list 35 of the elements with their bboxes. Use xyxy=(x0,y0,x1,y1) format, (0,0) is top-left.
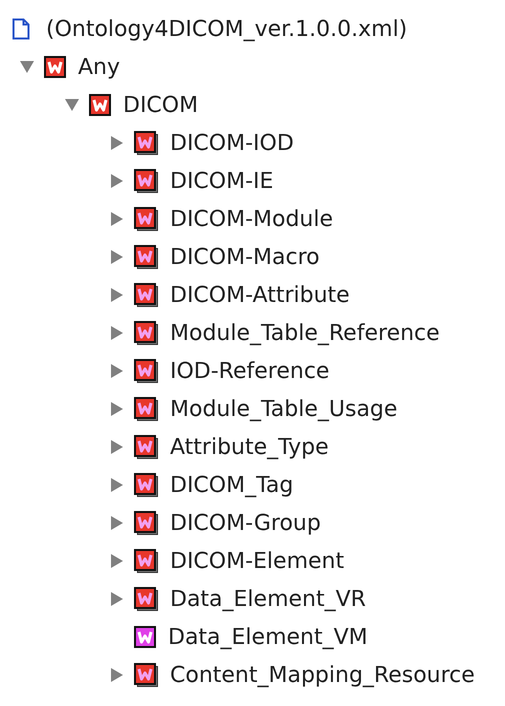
collapsed-triangle-icon[interactable] xyxy=(111,212,123,226)
collapsed-triangle-icon[interactable] xyxy=(111,136,123,150)
collapsed-triangle-icon[interactable] xyxy=(111,592,123,606)
collapsed-triangle-icon[interactable] xyxy=(111,174,123,188)
tree-item-label[interactable]: DICOM-IE xyxy=(170,164,274,198)
tree-item-label[interactable]: Module_Table_Usage xyxy=(170,392,398,426)
collapsed-triangle-icon[interactable] xyxy=(111,402,123,416)
tree-item-label[interactable]: Attribute_Type xyxy=(170,430,329,464)
document-label: (Ontology4DICOM_ver.1.0.0.xml) xyxy=(46,16,408,44)
tree-item-label[interactable]: DICOM-Attribute xyxy=(170,278,350,312)
tree-item-label[interactable]: Any xyxy=(78,50,120,84)
document-icon xyxy=(12,18,30,40)
collapsed-triangle-icon[interactable] xyxy=(111,440,123,454)
tree-item-label[interactable]: Data_Element_VR xyxy=(170,582,366,616)
tree-item-label[interactable]: Module_Table_Reference xyxy=(170,316,440,350)
tree-item-label[interactable]: Data_Element_VM xyxy=(168,620,368,654)
collapsed-triangle-icon[interactable] xyxy=(111,554,123,568)
tree-item-label[interactable]: IOD-Reference xyxy=(170,354,330,388)
tree-item-label[interactable]: DICOM-Element xyxy=(170,544,344,578)
tree-item-label[interactable]: DICOM-Macro xyxy=(170,240,320,274)
tree-item-label[interactable]: DICOM xyxy=(123,88,198,122)
expanded-triangle-icon[interactable] xyxy=(20,61,34,73)
tree-item-label[interactable]: DICOM_Tag xyxy=(170,468,294,502)
expanded-triangle-icon[interactable] xyxy=(65,99,79,111)
collapsed-triangle-icon[interactable] xyxy=(111,326,123,340)
collapsed-triangle-icon[interactable] xyxy=(111,516,123,530)
tree-item-label[interactable]: DICOM-IOD xyxy=(170,126,294,160)
tree-item-label[interactable]: Content_Mapping_Resource xyxy=(170,658,475,692)
collapsed-triangle-icon[interactable] xyxy=(111,478,123,492)
collapsed-triangle-icon[interactable] xyxy=(111,288,123,302)
collapsed-triangle-icon[interactable] xyxy=(111,364,123,378)
collapsed-triangle-icon[interactable] xyxy=(111,668,123,682)
tree-item-label[interactable]: DICOM-Group xyxy=(170,506,321,540)
collapsed-triangle-icon[interactable] xyxy=(111,250,123,264)
tree-item-label[interactable]: DICOM-Module xyxy=(170,202,334,236)
